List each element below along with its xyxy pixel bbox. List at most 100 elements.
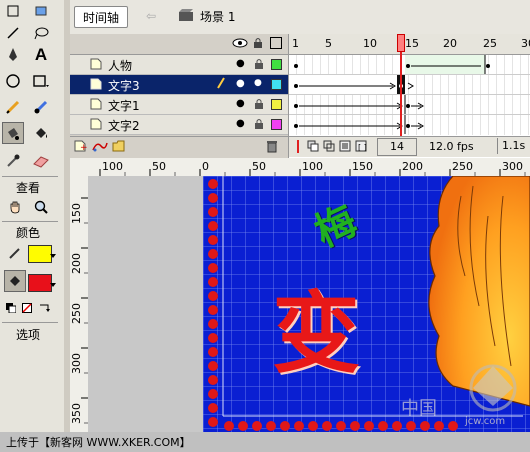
center-frame-icon[interactable] xyxy=(297,140,299,153)
frame-number: 15 xyxy=(405,37,419,50)
frame-number: 20 xyxy=(443,37,457,50)
lock-all-icon[interactable] xyxy=(253,37,263,52)
status-text: 上传于【新客网 WWW.XKER.COM】 xyxy=(6,436,191,449)
current-frame-field: 14 xyxy=(377,138,417,156)
delete-layer-trash-icon[interactable] xyxy=(266,140,278,156)
layer-visible-dot-icon[interactable]: ● xyxy=(236,58,245,69)
layer-outline-color-swatch[interactable] xyxy=(271,119,282,130)
frame-ruler[interactable]: 1 5 10 15 20 25 30 xyxy=(289,34,530,55)
rectangle-tool-icon[interactable] xyxy=(30,70,52,92)
layer-page-icon xyxy=(90,118,102,130)
watermark-text: 中国 xyxy=(401,398,437,419)
red-character[interactable]: 变 xyxy=(261,284,371,384)
show-hide-all-eye-icon[interactable] xyxy=(232,37,248,52)
free-transform-tool-icon[interactable] xyxy=(30,0,52,22)
layer-row[interactable]: 人物 ● xyxy=(70,55,288,75)
fill-color-dropdown-arrow-icon[interactable] xyxy=(50,283,56,287)
no-color-icon[interactable] xyxy=(22,302,32,313)
red-dot-border-bottom xyxy=(224,421,458,431)
subselect-tool-icon[interactable] xyxy=(2,0,24,22)
frame-cells[interactable] xyxy=(289,55,530,135)
oval-tool-icon[interactable] xyxy=(2,70,24,92)
layer-lock-dot-icon[interactable]: ● xyxy=(254,78,262,88)
pencil-tool-icon[interactable] xyxy=(2,96,24,118)
onion-skin-outlines-icon[interactable] xyxy=(323,140,335,155)
layer-edit-pencil-icon xyxy=(216,77,226,92)
frame-number: 5 xyxy=(325,37,332,50)
fill-color-swatch[interactable] xyxy=(28,274,52,292)
toolbox-divider xyxy=(2,221,58,222)
eraser-tool-icon[interactable] xyxy=(30,150,52,172)
stroke-color-pencil-icon xyxy=(4,242,26,264)
lasso-tool-icon[interactable] xyxy=(30,22,52,44)
layer-name: 文字1 xyxy=(108,99,140,113)
frame-number: 10 xyxy=(363,37,377,50)
ruler-tick-label: 200 xyxy=(70,253,83,274)
layer-lock-icon[interactable] xyxy=(254,58,264,72)
toolbox-divider xyxy=(2,322,58,323)
ruler-tick-label: 200 xyxy=(402,160,423,173)
onion-skin-icon[interactable] xyxy=(307,140,319,155)
layer-visible-dot-icon[interactable]: ● xyxy=(236,118,245,129)
playhead[interactable] xyxy=(397,34,405,136)
layer-outline-color-swatch[interactable] xyxy=(271,59,282,70)
scene-name: 场景 1 xyxy=(200,10,236,24)
default-colors-icon[interactable] xyxy=(6,302,17,314)
options-section-label: 选项 xyxy=(15,328,40,342)
stroke-color-dropdown-arrow-icon[interactable] xyxy=(50,254,56,258)
toolbox-divider xyxy=(2,176,58,177)
layer-page-icon xyxy=(90,78,102,90)
zoom-tool-icon[interactable] xyxy=(30,196,52,218)
hand-tool-icon[interactable] xyxy=(4,196,26,218)
layer-outline-color-swatch[interactable] xyxy=(271,79,282,90)
timeline-header: 时间轴 ⇦ 场景 1 xyxy=(70,0,530,35)
frame-number: 30 xyxy=(521,37,530,50)
outline-all-icon[interactable] xyxy=(270,37,282,49)
layer-name: 人物 xyxy=(108,59,133,73)
ruler-tick-label: 50 xyxy=(252,160,266,173)
ruler-tick-label: 300 xyxy=(70,353,83,374)
layers-footer: + xyxy=(70,136,288,157)
frames-panel: 1 5 10 15 20 25 30 xyxy=(288,34,530,158)
paint-bucket-tool-icon[interactable] xyxy=(30,122,52,144)
insert-layer-icon[interactable]: + xyxy=(74,140,88,155)
layer-visible-dot-icon[interactable]: ● xyxy=(236,78,245,89)
swap-colors-icon[interactable] xyxy=(38,302,50,312)
edit-multiple-frames-icon[interactable] xyxy=(339,140,351,155)
text-tool-icon[interactable]: A xyxy=(30,44,52,66)
brush-tool-icon[interactable] xyxy=(30,96,52,118)
horizontal-ruler: 100 50 0 50 100 150 200 250 300 xyxy=(70,158,530,177)
pen-tool-icon[interactable] xyxy=(2,44,24,66)
layer-outline-color-swatch[interactable] xyxy=(271,99,282,110)
svg-text:+: + xyxy=(80,143,88,152)
layers-panel: 人物 ● 文字3 ● ● 文字1 ● 文字2 ● + xyxy=(70,34,288,158)
layer-lock-icon[interactable] xyxy=(254,118,264,132)
stroke-color-swatch[interactable] xyxy=(28,245,52,263)
add-motion-guide-icon[interactable] xyxy=(92,140,108,155)
playhead-marker[interactable] xyxy=(397,34,405,52)
view-section-label: 查看 xyxy=(15,181,40,195)
modify-onion-markers-icon[interactable]: [ ] xyxy=(355,140,367,155)
layer-visible-dot-icon[interactable]: ● xyxy=(236,98,245,109)
back-arrow-icon[interactable]: ⇦ xyxy=(142,8,160,24)
ink-bottle-tool-icon[interactable] xyxy=(2,122,24,144)
layer-name: 文字3 xyxy=(108,79,140,93)
frame-rate-field: 12.0 fps xyxy=(429,140,474,153)
layer-row[interactable]: 文字2 ● xyxy=(70,115,288,135)
frame-number: 1 xyxy=(292,37,299,50)
layer-row[interactable]: 文字1 ● xyxy=(70,95,288,115)
ruler-tick-label: 250 xyxy=(70,303,83,324)
timeline-toggle-button[interactable]: 时间轴 xyxy=(74,6,128,28)
layer-lock-icon[interactable] xyxy=(254,98,264,112)
layers-header xyxy=(70,34,288,55)
layer-page-icon xyxy=(90,58,102,70)
fill-color-bucket-icon[interactable] xyxy=(4,270,26,292)
line-tool-icon[interactable] xyxy=(2,22,24,44)
eyedropper-tool-icon[interactable] xyxy=(2,150,24,172)
svg-text:[ ]: [ ] xyxy=(358,143,367,152)
insert-folder-icon[interactable] xyxy=(112,140,126,155)
ruler-tick-label: 150 xyxy=(352,160,373,173)
ruler-tick-label: 300 xyxy=(502,160,523,173)
stage-canvas[interactable]: 梅 变 中国 jcw.com xyxy=(203,176,530,432)
layer-row-selected[interactable]: 文字3 ● ● xyxy=(70,75,288,95)
